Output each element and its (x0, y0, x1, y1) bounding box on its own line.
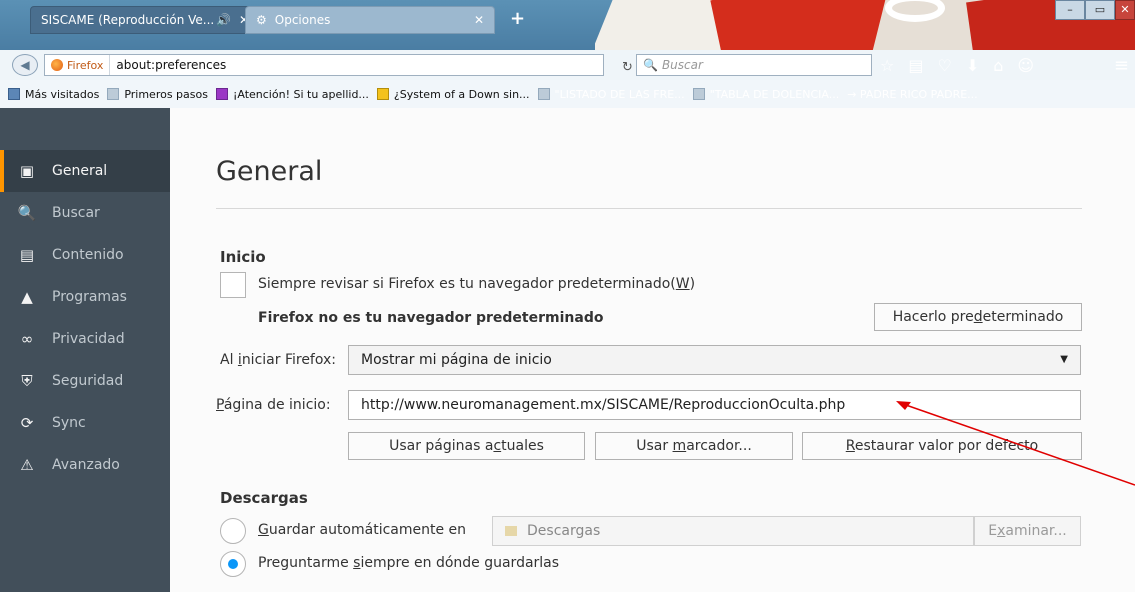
sidebar-item-privacy[interactable]: ∞ Privacidad (0, 318, 170, 360)
sidebar-item-advanced[interactable]: ⚠ Avanzado (0, 444, 170, 486)
identity-label: Firefox (67, 58, 104, 72)
firefox-icon (51, 59, 63, 71)
make-default-button[interactable]: Hacerlo predeterminado (874, 303, 1082, 331)
maximize-button[interactable]: ▭ (1085, 0, 1115, 20)
use-current-pages-button[interactable]: Usar páginas actuales (348, 432, 585, 460)
sidebar-item-search[interactable]: 🔍 Buscar (0, 192, 170, 234)
sidebar-item-label: Avanzado (52, 457, 120, 473)
chevron-down-icon: ▼ (1060, 354, 1068, 365)
sidebar-item-label: Sync (52, 415, 86, 431)
search-placeholder: Buscar (661, 58, 703, 72)
reload-icon[interactable]: ↻ (622, 60, 633, 75)
default-browser-label[interactable]: Siempre revisar si Firefox es tu navegad… (258, 276, 695, 292)
general-icon: ▣ (19, 162, 35, 180)
download-folder-value: Descargas (527, 523, 601, 539)
pocket-icon[interactable]: ♡ (937, 56, 951, 75)
tab-opciones[interactable]: ⚙ Opciones ✕ (245, 6, 495, 34)
on-start-dropdown[interactable]: Mostrar mi página de inicio ▼ (348, 345, 1081, 375)
back-button[interactable]: ◀ (12, 54, 38, 76)
sidebar-item-label: Contenido (52, 247, 124, 263)
close-tab-icon[interactable]: ✕ (474, 13, 484, 27)
sync-icon: ⟳ (20, 414, 34, 432)
folder-icon (107, 88, 120, 100)
not-default-message: Firefox no es tu navegador predeterminad… (258, 310, 604, 326)
page-favicon-icon (376, 88, 389, 100)
security-icon: ⛨ (21, 372, 33, 390)
download-folder-field: Descargas (492, 516, 974, 546)
use-bookmark-button[interactable]: Usar marcador... (595, 432, 793, 460)
startup-heading: Inicio (220, 248, 266, 266)
search-icon: 🔍 (17, 204, 37, 222)
search-input[interactable]: 🔍 Buscar (636, 54, 872, 76)
bookmark-item[interactable]: Más visitados (8, 88, 99, 101)
identity-box[interactable]: Firefox (45, 55, 111, 75)
bookmarks-toolbar: Más visitados Primeros pasos ¡Atención! … (0, 80, 1135, 108)
theme-background (595, 0, 1135, 50)
tab-label: SISCAME (Reproducción Ve... (41, 13, 215, 27)
window-controls: – ▭ ✕ (1055, 0, 1135, 20)
sidebar-item-label: Programas (52, 289, 127, 305)
sidebar-item-content[interactable]: ▤ Contenido (0, 234, 170, 276)
bookmark-item[interactable]: ¡Atención! Si tu apellid... (215, 88, 369, 101)
restore-default-button[interactable]: Restaurar valor por defecto (802, 432, 1082, 460)
homepage-input[interactable]: http://www.neuromanagement.mx/SISCAME/Re… (348, 390, 1081, 420)
preferences-sidebar: ▣ General 🔍 Buscar ▤ Contenido ▲ Program… (0, 108, 170, 592)
on-start-label: Al iniciar Firefox: (220, 352, 336, 368)
page-favicon-icon (215, 88, 228, 100)
hello-icon[interactable]: ☺ (1017, 56, 1034, 75)
sidebar-item-label: Buscar (52, 205, 100, 221)
homepage-value: http://www.neuromanagement.mx/SISCAME/Re… (361, 397, 846, 413)
speaker-icon[interactable]: 🔊 (216, 13, 231, 27)
folder-icon (505, 526, 517, 536)
sidebar-item-sync[interactable]: ⟳ Sync (0, 402, 170, 444)
downloads-heading: Descargas (220, 489, 308, 507)
auto-save-radio[interactable] (220, 518, 246, 544)
home-icon[interactable]: ⌂ (993, 56, 1003, 75)
sidebar-item-label: Privacidad (52, 331, 125, 347)
bookmarks-menu-icon[interactable]: ▤ (908, 56, 923, 75)
tab-label: Opciones (274, 13, 331, 27)
page-icon (537, 88, 550, 100)
tab-siscame[interactable]: SISCAME (Reproducción Ve... 🔊 ✕ (30, 6, 260, 34)
url-text[interactable]: about:preferences (110, 58, 226, 72)
navigation-toolbar: ◀ Firefox about:preferences ↻ 🔍 Buscar ☆… (0, 50, 1135, 80)
sidebar-item-label: Seguridad (52, 373, 124, 389)
bookmark-item[interactable]: Primeros pasos (107, 88, 208, 101)
always-ask-radio[interactable] (220, 551, 246, 577)
divider (216, 208, 1082, 209)
on-start-value: Mostrar mi página de inicio (361, 352, 552, 368)
sidebar-item-security[interactable]: ⛨ Seguridad (0, 360, 170, 402)
content-icon: ▤ (19, 246, 35, 264)
page-icon (692, 88, 705, 100)
most-visited-icon (8, 88, 20, 100)
homepage-label: Página de inicio: (216, 397, 331, 413)
sidebar-item-label: General (52, 163, 108, 179)
minimize-button[interactable]: – (1055, 0, 1085, 20)
gear-icon: ⚙ (256, 13, 267, 27)
bookmark-item[interactable]: ¿System of a Down sin... (376, 88, 530, 101)
browse-button[interactable]: Examinar... (974, 516, 1081, 546)
sidebar-item-applications[interactable]: ▲ Programas (0, 276, 170, 318)
bookmark-item[interactable]: "TABLA DE DOLENCIA... (692, 88, 839, 101)
hamburger-menu-icon[interactable]: ≡ (1114, 55, 1129, 76)
toolbar-icons: ☆ ▤ ♡ ⬇ ⌂ ☺ (880, 56, 1034, 75)
page-title: General (216, 156, 323, 187)
new-tab-button[interactable]: + (510, 8, 525, 29)
auto-save-label[interactable]: Guardar automáticamente en (258, 522, 466, 538)
url-bar[interactable]: Firefox about:preferences (44, 54, 604, 76)
applications-icon: ▲ (21, 288, 33, 306)
sidebar-item-general[interactable]: ▣ General (0, 150, 170, 192)
bookmark-star-icon[interactable]: ☆ (880, 56, 894, 75)
always-ask-label[interactable]: Preguntarme siempre en dónde guardarlas (258, 555, 559, 571)
advanced-icon: ⚠ (20, 456, 34, 474)
close-window-button[interactable]: ✕ (1115, 0, 1135, 20)
preferences-content: General Inicio Siempre revisar si Firefo… (170, 108, 1135, 592)
search-icon: 🔍 (643, 58, 658, 72)
default-browser-checkbox[interactable] (220, 272, 246, 298)
bookmark-item[interactable]: → PADRE RICO PADRE... (847, 88, 977, 101)
privacy-mask-icon: ∞ (20, 330, 34, 348)
bookmark-item[interactable]: "LISTADO DE LAS FRE... (537, 88, 685, 101)
download-icon[interactable]: ⬇ (966, 56, 979, 75)
window-titlebar: SISCAME (Reproducción Ve... 🔊 ✕ ⚙ Opcion… (0, 0, 1135, 50)
